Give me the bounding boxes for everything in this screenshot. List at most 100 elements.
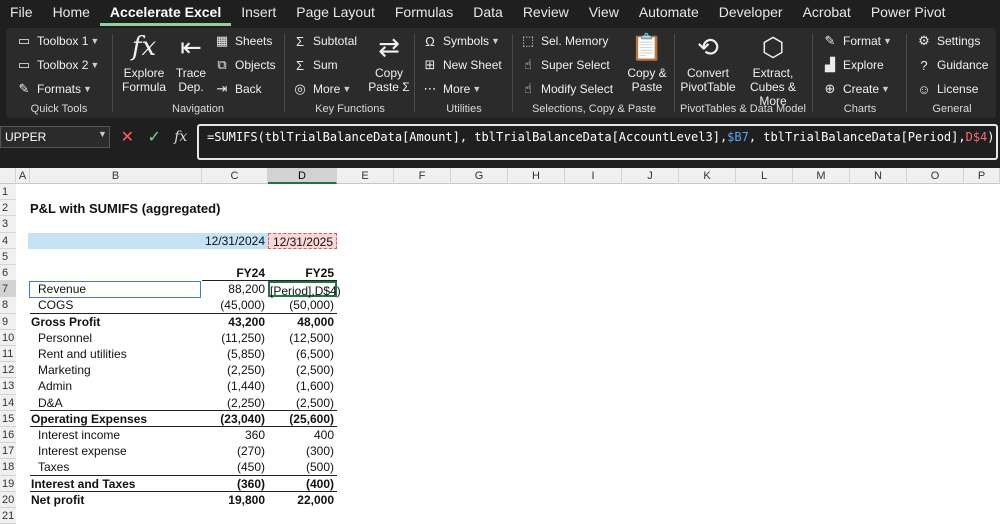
date-cell-referenced[interactable]: 12/31/2025 xyxy=(268,232,337,249)
chart-create-button[interactable]: ⊕ Create ▼ xyxy=(822,78,890,100)
line-label[interactable]: Gross Profit xyxy=(31,314,100,330)
cancel-icon[interactable]: ✕ xyxy=(121,127,134,147)
toolbox-2-button[interactable]: ▭ Toolbox 2 ▼ xyxy=(16,54,99,76)
sel-memory-button[interactable]: ⬚ Sel. Memory xyxy=(520,30,609,52)
row-header[interactable]: 19 xyxy=(0,475,16,492)
tab-data[interactable]: Data xyxy=(463,0,513,26)
column-header[interactable]: E xyxy=(337,168,394,184)
fy25-value[interactable]: (2,500) xyxy=(268,362,337,378)
line-label[interactable]: COGS xyxy=(38,297,73,313)
license-button[interactable]: ☺ License xyxy=(916,78,978,100)
fy25-value[interactable]: 22,000 xyxy=(268,492,337,508)
modify-select-button[interactable]: ☝ Modify Select xyxy=(520,78,613,100)
column-header-selected[interactable]: D xyxy=(268,168,337,184)
symbols-button[interactable]: Ω Symbols ▼ xyxy=(422,30,500,52)
fy24-value[interactable]: (45,000) xyxy=(202,297,268,313)
line-label[interactable]: Marketing xyxy=(38,362,91,378)
fy24-value[interactable]: (2,250) xyxy=(202,395,268,411)
line-label[interactable]: Interest and Taxes xyxy=(31,476,135,492)
trace-dep-button[interactable]: ⇤ Trace Dep. xyxy=(170,30,212,94)
formats-button[interactable]: ✎ Formats ▼ xyxy=(16,78,92,100)
confirm-icon[interactable]: ✓ xyxy=(147,127,160,147)
fy24-value[interactable]: (23,040) xyxy=(202,411,268,427)
column-header[interactable]: M xyxy=(793,168,850,184)
column-header[interactable]: F xyxy=(394,168,451,184)
extract-cubes-button[interactable]: ⬡ Extract, Cubes & More xyxy=(738,30,808,108)
fy24-value[interactable]: (5,850) xyxy=(202,346,268,362)
new-sheet-button[interactable]: ⊞ New Sheet xyxy=(422,54,502,76)
column-header[interactable]: N xyxy=(850,168,907,184)
tab-file[interactable]: File xyxy=(0,0,43,26)
row-header[interactable]: 17 xyxy=(0,443,16,460)
insert-function-icon[interactable]: fx xyxy=(174,129,187,145)
fy24-value[interactable]: 43,200 xyxy=(202,314,268,330)
tab-view[interactable]: View xyxy=(579,0,629,26)
row-header[interactable]: 9 xyxy=(0,313,16,330)
row-header[interactable]: 16 xyxy=(0,427,16,444)
line-label[interactable]: Interest expense xyxy=(38,443,127,459)
column-header[interactable]: O xyxy=(907,168,964,184)
fy24-value[interactable]: 88,200 xyxy=(202,281,268,297)
line-label[interactable]: D&A xyxy=(38,395,63,411)
back-button[interactable]: ⇥ Back xyxy=(214,78,262,100)
row-header[interactable]: 5 xyxy=(0,248,16,265)
row-header[interactable]: 6 xyxy=(0,265,16,282)
fy25-value[interactable]: (300) xyxy=(268,443,337,459)
fy25-value[interactable]: 48,000 xyxy=(268,314,337,330)
column-header[interactable]: B xyxy=(30,168,202,184)
fy24-value[interactable]: (11,250) xyxy=(202,330,268,346)
row-header[interactable]: 14 xyxy=(0,394,16,411)
column-header[interactable]: K xyxy=(679,168,736,184)
column-header[interactable]: I xyxy=(565,168,622,184)
tab-accelerate-excel[interactable]: Accelerate Excel xyxy=(99,0,232,26)
name-box[interactable]: UPPER xyxy=(0,126,110,148)
select-all-corner[interactable] xyxy=(0,168,16,184)
column-header[interactable]: L xyxy=(736,168,793,184)
column-header[interactable]: J xyxy=(622,168,679,184)
fy25-value[interactable]: (12,500) xyxy=(268,330,337,346)
chevron-down-icon[interactable]: ▼ xyxy=(98,129,107,139)
row-header[interactable]: 13 xyxy=(0,378,16,395)
line-label[interactable]: Personnel xyxy=(38,330,92,346)
convert-pivottable-button[interactable]: ⟲ Convert PivotTable xyxy=(678,30,738,94)
explore-formula-button[interactable]: fx Explore Formula xyxy=(118,30,170,94)
line-label[interactable]: Admin xyxy=(38,378,72,394)
copy-paste-button[interactable]: 📋 Copy & Paste xyxy=(624,30,670,94)
fy-header[interactable]: FY24 xyxy=(202,265,268,281)
row-header[interactable]: 1 xyxy=(0,184,16,201)
chart-explore-button[interactable]: ▟ Explore xyxy=(822,54,884,76)
fy25-value[interactable]: (500) xyxy=(268,459,337,475)
row-header[interactable]: 21 xyxy=(0,508,16,525)
row-header[interactable]: 4 xyxy=(0,232,16,249)
row-header[interactable]: 12 xyxy=(0,362,16,379)
line-label[interactable]: Interest income xyxy=(38,427,120,443)
tab-developer[interactable]: Developer xyxy=(709,0,793,26)
column-header[interactable]: G xyxy=(451,168,508,184)
fy24-value[interactable]: 19,800 xyxy=(202,492,268,508)
column-header[interactable]: A xyxy=(16,168,30,184)
column-header[interactable]: P xyxy=(964,168,1000,184)
line-label[interactable]: Operating Expenses xyxy=(31,411,147,427)
row-header[interactable]: 3 xyxy=(0,216,16,233)
row-header[interactable]: 10 xyxy=(0,329,16,346)
line-label[interactable]: Taxes xyxy=(38,459,69,475)
tab-home[interactable]: Home xyxy=(43,0,100,26)
fy24-value[interactable]: (270) xyxy=(202,443,268,459)
editing-cell[interactable]: [Period],D$4) xyxy=(268,281,341,298)
chart-format-button[interactable]: ✎ Format ▼ xyxy=(822,30,892,52)
tab-review[interactable]: Review xyxy=(513,0,579,26)
row-header[interactable]: 2 xyxy=(0,200,16,217)
column-header[interactable]: C xyxy=(202,168,268,184)
tab-insert[interactable]: Insert xyxy=(231,0,286,26)
sheets-button[interactable]: ▦ Sheets xyxy=(214,30,273,52)
fy24-value[interactable]: (360) xyxy=(202,476,268,492)
fy24-value[interactable]: (1,440) xyxy=(202,378,268,394)
row-header[interactable]: 18 xyxy=(0,459,16,476)
fy25-value[interactable]: (6,500) xyxy=(268,346,337,362)
sheet-title[interactable]: P&L with SUMIFS (aggregated) xyxy=(30,201,220,217)
copy-paste-sigma-button[interactable]: ⇄ Copy Paste Σ xyxy=(366,30,412,94)
fy25-value[interactable]: (50,000) xyxy=(268,297,337,313)
settings-button[interactable]: ⚙ Settings xyxy=(916,30,980,52)
fy24-value[interactable]: (2,250) xyxy=(202,362,268,378)
fy25-value[interactable]: 400 xyxy=(268,427,337,443)
